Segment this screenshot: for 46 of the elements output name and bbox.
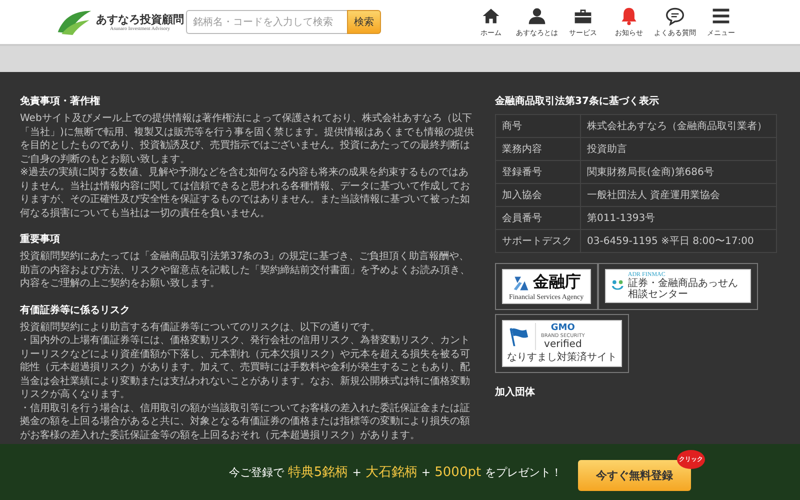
badge-title: 金融庁 xyxy=(532,272,581,293)
paragraph: ※過去の実績に関する数値、見解や予測などを含む如何なる内容も将来の成果を約束するものではありません。当社は情報内容に関しては信頼できると思われる各種情報、データに基づいて作成しておりますが、その正確性及び安全性を保証するものではありません。また当該情報に基づいて被った如何なる損害についても当社は一切の責任を負いません。 xyxy=(20,166,471,220)
menu-icon xyxy=(711,6,731,26)
paragraph: ・国内外の上場有価証券等には、価格変動リスク、発行会社の信用リスク、為替変動リスク、カントリーリスクなどにより資産価額が下落し、元本割れ（元本欠損リスク）や元本を超える損失を被る可能性（元本超過損リスク）があります。加えて、売買時には手数料や金利が発生することもあり、配当金は会社業績により変動または支払われないことがあります。なお、新規公開株式は特に価格変動リスクが高くなります。 xyxy=(20,334,471,402)
banner-text: をプレゼント！ xyxy=(485,465,562,480)
table-cell: 商号 xyxy=(496,114,580,138)
table-cell: 投資助言 xyxy=(580,138,776,160)
section-heading: 有価証券等に係るリスク xyxy=(20,304,131,316)
banner-text: + xyxy=(352,466,362,479)
table-cell: 業務内容 xyxy=(496,138,580,160)
table-cell: 第011-1393号 xyxy=(580,206,776,230)
badge-title: GMO xyxy=(550,323,575,333)
section-heading: 免責事項・著作権 xyxy=(20,94,101,108)
table-cell: 03-6459-1195 ※平日 8:00〜17:00 xyxy=(580,230,776,252)
section-heading: 加入団体 xyxy=(495,386,536,399)
banner-text: 5000pt xyxy=(434,465,482,480)
speech-bubble-icon xyxy=(665,6,685,26)
badge-subtitle: 証券・金融商品あっせん相談センター xyxy=(628,278,739,300)
banner-text: 特典5銘柄 xyxy=(288,464,348,481)
search-field[interactable]: 銘柄名・コードを入力して検索 xyxy=(186,10,347,34)
paragraph: 投資顧問契約にあたっては「金融商品取引法第37条の3」の規定に基づき、ご負担頂く助言報酬や、助言の内容および方法、リスクや留意点を記載した「契約締結前交付書面」を予めよくお読み頂き、内容をご理解の上ご契約をお願い致します。 xyxy=(20,250,471,290)
table-cell: サポートデスク xyxy=(496,230,580,252)
paragraph: Webサイト及びメール上での提供情報は著作権法によって保護されており、株式会社あすなろ（以下「当社」)に無断で転用、複製又は販売等を行う事を固く禁じます。提供情報はあくまでも情報の提供を目的としたものであり、投資勧誘及び、売買指示ではございません。投資にあたっての最終判断はご自身の判断のもとお願い致します。 xyxy=(20,112,475,166)
banner-text: 今ご登録で xyxy=(228,465,284,480)
table-cell: 株式会社あすなろ（金融商品取引業者） xyxy=(580,114,776,138)
fsa-emblem-icon xyxy=(512,274,530,292)
leaf-logo-icon xyxy=(56,8,93,36)
table-cell: 登録番号 xyxy=(496,160,580,184)
paragraph: ・信用取引を行う場合は、信用取引の額が当該取引等についてお客様の差入れた委託保証金または証拠金の額を上回る場合があると共に、対象となる有価証券の価格または指標等の変動により損失の額がお客様の差入れた委託保証金等の額を上回るおそれ（元本超過損リスク）があります。 xyxy=(20,402,471,442)
table-cell: 関東財務局長(金商)第686号 xyxy=(580,160,776,184)
home-icon xyxy=(481,6,501,26)
table-cell: 加入協会 xyxy=(496,184,580,206)
badge-note: なりすまし対策済サイト xyxy=(507,350,617,364)
brand-name: あすなろ投資顧問 xyxy=(96,12,184,26)
section-heading: 重要事項 xyxy=(20,232,61,246)
paragraph: 投資顧問契約により助言する有価証券等についてのリスクは、以下の通りです。 xyxy=(20,320,381,334)
person-icon xyxy=(527,6,547,26)
search-button[interactable]: 検索 xyxy=(347,10,381,34)
flag-icon xyxy=(507,326,529,348)
section-heading: 金融商品取引法第37条に基づく表示 xyxy=(495,94,660,108)
table-cell: 一般社団法人 資産運用業協会 xyxy=(580,184,776,206)
badge-status: verified xyxy=(544,339,582,350)
banner-text: 大石銘柄 xyxy=(365,464,418,481)
bell-icon xyxy=(619,6,639,26)
table-cell: 会員番号 xyxy=(496,206,580,230)
banner-text: + xyxy=(421,466,431,479)
